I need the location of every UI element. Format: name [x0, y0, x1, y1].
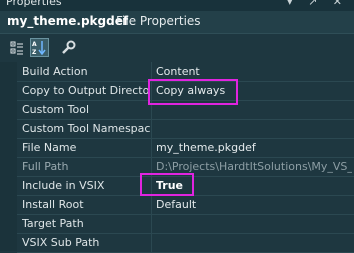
- properties-title-bar: Properties ▾ ↗ ✕: [0, 0, 354, 11]
- property-row-file-name[interactable]: File Name my_theme.pkgdef: [17, 138, 354, 158]
- alphabetical-button[interactable]: A Z: [30, 38, 49, 57]
- property-label: VSIX Sub Path: [22, 236, 100, 249]
- property-label: Copy to Output Directory: [22, 84, 150, 97]
- properties-toolbar: A Z: [0, 34, 354, 61]
- property-value[interactable]: True: [156, 179, 352, 192]
- property-value: D:\Projects\HardtItSolutions\My_VS_: [156, 160, 352, 173]
- property-grid: Build Action Content Copy to Output Dire…: [0, 62, 354, 253]
- alphabetical-sort-icon: A Z: [32, 41, 46, 55]
- svg-text:Z: Z: [32, 49, 37, 55]
- svg-text:A: A: [32, 41, 37, 48]
- column-divider[interactable]: [151, 138, 152, 157]
- object-selector[interactable]: my_theme.pkgdef File Properties: [0, 11, 354, 34]
- property-value[interactable]: my_theme.pkgdef: [156, 141, 352, 154]
- categorized-icon: [10, 41, 23, 54]
- property-row-copy-to-output[interactable]: Copy to Output Directory Copy always: [17, 81, 354, 101]
- property-label: Custom Tool: [22, 103, 90, 116]
- property-value[interactable]: Copy always: [156, 84, 352, 97]
- property-label: Full Path: [22, 160, 69, 173]
- column-divider[interactable]: [151, 233, 152, 252]
- column-divider[interactable]: [151, 119, 152, 138]
- property-label: Build Action: [22, 65, 88, 78]
- column-divider[interactable]: [151, 176, 152, 195]
- property-pages-wrench-icon: [62, 40, 76, 54]
- property-row-vsix-sub-path[interactable]: VSIX Sub Path: [17, 233, 354, 253]
- window-controls[interactable]: ▾ ↗ ✕: [287, 0, 348, 8]
- property-row-custom-tool-namespace[interactable]: Custom Tool Namespace: [17, 119, 354, 139]
- column-divider[interactable]: [151, 157, 152, 176]
- property-label: Target Path: [22, 217, 84, 230]
- column-divider[interactable]: [151, 100, 152, 119]
- property-grid-gutter: [0, 62, 17, 251]
- selected-object-name: my_theme.pkgdef: [7, 14, 129, 28]
- categorized-button[interactable]: [7, 38, 26, 57]
- property-label: Include in VSIX: [22, 179, 105, 192]
- property-row-full-path[interactable]: Full Path D:\Projects\HardtItSolutions\M…: [17, 157, 354, 177]
- column-divider[interactable]: [151, 81, 152, 100]
- property-label: File Name: [22, 141, 77, 154]
- column-divider[interactable]: [151, 214, 152, 233]
- property-label: Install Root: [22, 198, 84, 211]
- window-title: Properties: [6, 0, 62, 8]
- property-value[interactable]: Default: [156, 198, 352, 211]
- property-row-target-path[interactable]: Target Path: [17, 214, 354, 234]
- property-value[interactable]: Content: [156, 65, 352, 78]
- property-row-include-in-vsix[interactable]: Include in VSIX True: [17, 176, 354, 196]
- property-label: Custom Tool Namespace: [22, 122, 150, 135]
- property-row-install-root[interactable]: Install Root Default: [17, 195, 354, 215]
- property-pages-button[interactable]: [59, 38, 78, 57]
- property-row-build-action[interactable]: Build Action Content: [17, 62, 354, 82]
- selected-object-type: File Properties: [116, 14, 201, 28]
- column-divider[interactable]: [151, 195, 152, 214]
- column-divider[interactable]: [151, 62, 152, 81]
- property-row-custom-tool[interactable]: Custom Tool: [17, 100, 354, 120]
